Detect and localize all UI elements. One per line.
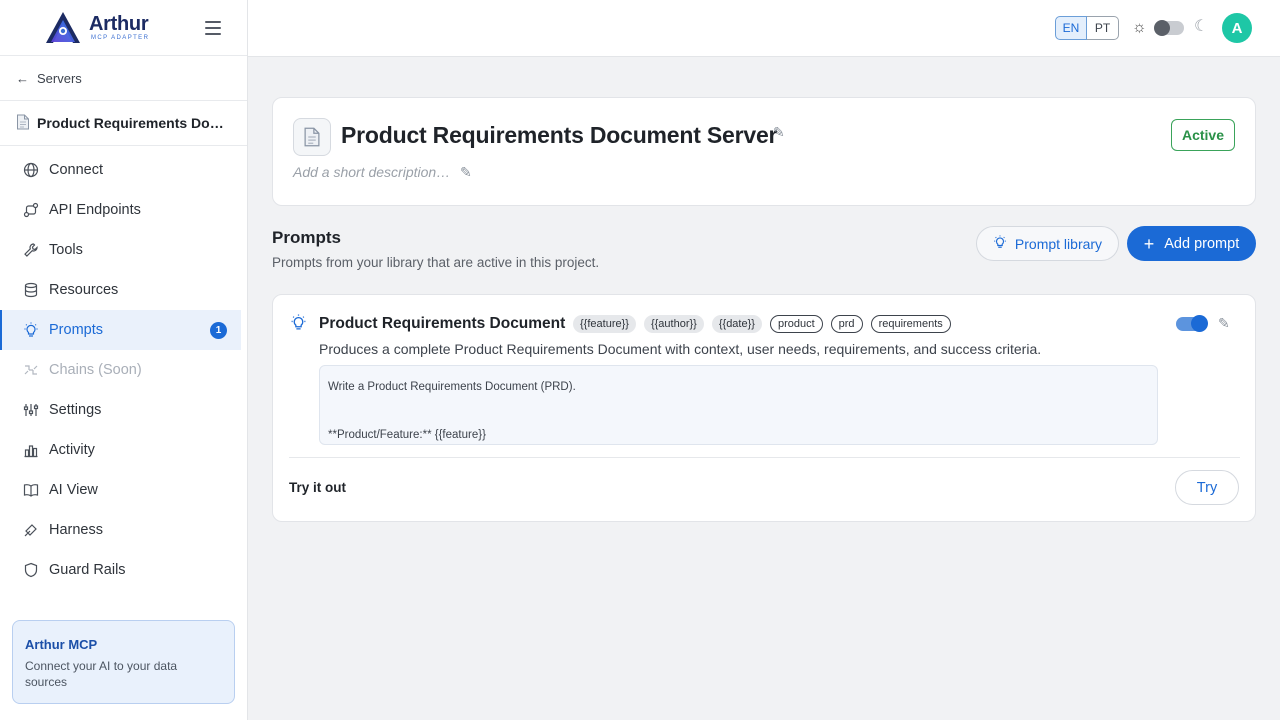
- plus-icon: +: [1143, 233, 1155, 254]
- current-server: Product Requirements Docu…: [0, 101, 247, 146]
- harness-icon: [22, 521, 40, 539]
- sidebar-nav: Connect API Endpoints Tools Resources Pr…: [0, 146, 247, 590]
- prompt-description: Produces a complete Product Requirements…: [319, 341, 1042, 357]
- brand: Arthur MCP ADAPTER: [0, 0, 247, 56]
- prompt-body-preview: Write a Product Requirements Document (P…: [319, 365, 1158, 445]
- sidebar-item-label: Resources: [49, 282, 119, 298]
- variable-tag: {{feature}}: [573, 315, 636, 333]
- sidebar-item-label: Settings: [49, 402, 102, 418]
- server-header-card: Product Requirements Document Server ✎ A…: [272, 97, 1256, 206]
- menu-icon[interactable]: [205, 21, 221, 35]
- status-badge: Active: [1171, 119, 1235, 151]
- moon-icon: ☾: [1194, 18, 1209, 35]
- api-endpoints-icon: [22, 201, 40, 219]
- server-title: Product Requirements Document Server: [341, 122, 778, 148]
- document-icon: [16, 114, 30, 133]
- brand-text: Arthur MCP ADAPTER: [89, 14, 149, 42]
- back-label: Servers: [37, 70, 82, 86]
- add-prompt-label: Add prompt: [1164, 235, 1240, 252]
- avatar[interactable]: A: [1222, 13, 1252, 43]
- prompt-library-label: Prompt library: [1014, 235, 1103, 252]
- sidebar-item-label: Chains (Soon): [49, 362, 142, 378]
- sidebar-item-activity[interactable]: Activity: [0, 430, 241, 470]
- sliders-icon: [22, 401, 40, 419]
- lightbulb-icon: [993, 235, 1007, 252]
- sidebar-item-prompts[interactable]: Prompts 1: [0, 310, 241, 350]
- shield-icon: [22, 561, 40, 579]
- wrench-icon: [22, 241, 40, 259]
- database-icon: [22, 281, 40, 299]
- prompt-tags: {{feature}} {{author}} {{date}} product …: [573, 315, 951, 333]
- promo-text: Connect your AI to your data sources: [25, 659, 178, 689]
- prompt-active-toggle[interactable]: [1176, 315, 1208, 332]
- keyword-tag: requirements: [870, 315, 951, 333]
- prompt-library-button[interactable]: Prompt library: [976, 226, 1119, 261]
- keyword-tag: prd: [830, 315, 863, 333]
- book-icon: [22, 481, 40, 499]
- sidebar-item-harness[interactable]: Harness: [0, 510, 241, 550]
- server-name: Product Requirements Docu…: [37, 115, 227, 131]
- promo-title: Arthur MCP: [25, 637, 98, 652]
- sidebar-item-resources[interactable]: Resources: [0, 270, 241, 310]
- theme-toggle[interactable]: [1154, 20, 1184, 36]
- language-switcher: EN PT: [1055, 16, 1119, 40]
- sidebar-item-label: Activity: [49, 442, 95, 458]
- lightbulb-icon: [290, 314, 307, 336]
- section-title: Prompts: [272, 228, 341, 247]
- divider: [289, 457, 1240, 458]
- sidebar-item-connect[interactable]: Connect: [0, 150, 241, 190]
- brand-name: Arthur: [89, 12, 149, 35]
- chains-icon: [22, 361, 40, 379]
- sidebar-item-label: API Endpoints: [49, 202, 141, 218]
- bar-chart-icon: [22, 441, 40, 459]
- keyword-tag: product: [769, 315, 823, 333]
- edit-title-icon[interactable]: ✎: [773, 124, 785, 141]
- sun-icon: ☼: [1132, 19, 1147, 36]
- edit-prompt-icon[interactable]: ✎: [1218, 315, 1230, 332]
- try-button[interactable]: Try: [1175, 470, 1239, 505]
- sidebar-item-guard-rails[interactable]: Guard Rails: [0, 550, 241, 590]
- sidebar-item-api-endpoints[interactable]: API Endpoints: [0, 190, 241, 230]
- server-description-input[interactable]: Add a short description…: [293, 164, 450, 180]
- variable-tag: {{author}}: [643, 315, 704, 333]
- lang-pt-button[interactable]: PT: [1087, 16, 1119, 40]
- topbar: EN PT ☼ ☾ A: [248, 0, 1280, 57]
- sidebar-item-label: Connect: [49, 162, 104, 178]
- prompt-body-line: Write a Product Requirements Document (P…: [328, 381, 576, 393]
- prompt-body-line: **Product/Feature:** {{feature}}: [328, 429, 486, 441]
- sidebar-item-tools[interactable]: Tools: [0, 230, 241, 270]
- try-it-out-label: Try it out: [289, 480, 346, 495]
- brand-subtitle: MCP ADAPTER: [91, 34, 150, 41]
- variable-tag: {{date}}: [711, 315, 762, 333]
- back-to-servers-link[interactable]: ← Servers: [0, 56, 247, 101]
- section-subtitle: Prompts from your library that are activ…: [272, 255, 600, 270]
- promo-card: Arthur MCP Connect your AI to your data …: [12, 620, 235, 704]
- sidebar-item-ai-view[interactable]: AI View: [0, 470, 241, 510]
- sidebar: Arthur MCP ADAPTER ← Servers Product Req…: [0, 0, 248, 720]
- sidebar-item-label: AI View: [49, 482, 98, 498]
- prompt-title: Product Requirements Document: [319, 315, 566, 332]
- arrow-left-icon: ←: [16, 70, 29, 86]
- lang-en-button[interactable]: EN: [1055, 16, 1087, 40]
- sidebar-item-label: Harness: [49, 522, 103, 538]
- sidebar-item-settings[interactable]: Settings: [0, 390, 241, 430]
- edit-description-icon[interactable]: ✎: [460, 164, 472, 181]
- sidebar-item-label: Prompts: [49, 322, 103, 338]
- sidebar-item-label: Tools: [49, 242, 83, 258]
- sidebar-item-chains: Chains (Soon): [0, 350, 241, 390]
- globe-icon: [22, 161, 40, 179]
- document-icon: [293, 118, 331, 156]
- lightbulb-icon: [22, 321, 40, 339]
- arthur-logo-icon: [46, 11, 80, 43]
- sidebar-item-label: Guard Rails: [49, 562, 126, 578]
- prompt-card: Product Requirements Document {{feature}…: [272, 294, 1256, 522]
- add-prompt-button[interactable]: + Add prompt: [1127, 226, 1256, 261]
- prompts-count-badge: 1: [210, 322, 227, 339]
